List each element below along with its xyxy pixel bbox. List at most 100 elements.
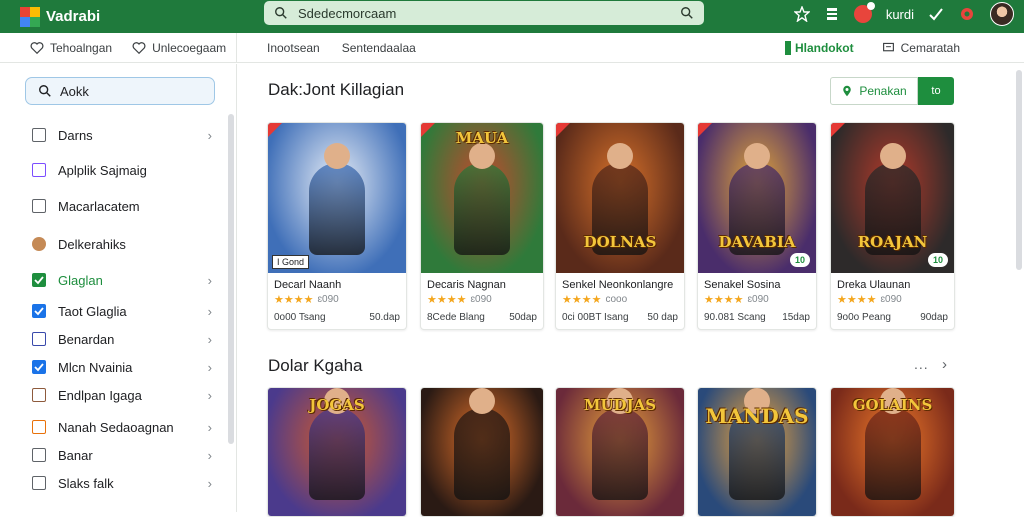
- sidebar-item-icon: [32, 476, 46, 490]
- review-count: ɛ090: [317, 294, 339, 305]
- top-search-bar[interactable]: [264, 1, 704, 25]
- game-card[interactable]: I Gond Decarl Naanh ★★★★ ɛ090 0o00 Tsang 50.d…: [267, 122, 407, 330]
- game-card[interactable]: ROAJAN 10 Dreka Ulaunan ★★★★ ɛ090 9o0o Peang 9…: [830, 122, 955, 330]
- chevron-right-icon: ›: [207, 359, 212, 375]
- subbar-link-1[interactable]: Tehoalngan: [30, 41, 112, 55]
- game-meta: 0o00 Tsang 50.dap: [268, 306, 406, 323]
- game-cover-image: I Gond: [268, 123, 406, 273]
- star-icon[interactable]: [793, 6, 810, 22]
- sidebar-item-7[interactable]: Mlcn Nvainia ›: [32, 357, 212, 377]
- game-card[interactable]: DAVABIA 10 Senakel Sosina ★★★★ ɛ090 90.081 Sc…: [697, 122, 817, 330]
- game-cover-image: DAVABIA 10: [698, 123, 816, 273]
- meta-left: 8Cede Blang: [427, 312, 485, 323]
- game-card[interactable]: [420, 387, 544, 517]
- sidebar-item-label: Taot Glaglia: [58, 303, 127, 319]
- main-content: Dak:Jont Killagian Penakan to I Gond Deca…: [238, 64, 1024, 517]
- subbar-link-2[interactable]: Unlecoegaam: [132, 41, 226, 55]
- settings-icon[interactable]: [958, 5, 976, 23]
- sidebar-item-2[interactable]: Macarlacatem: [32, 196, 212, 216]
- game-cover-image: MUDJAS: [556, 388, 684, 516]
- cover-title: DOLNAS: [583, 233, 657, 251]
- chevron-right-icon: ›: [207, 331, 212, 347]
- chevron-right-icon: ›: [207, 419, 212, 435]
- sidebar-item-8[interactable]: Endlpan Igaga ›: [32, 385, 212, 405]
- sidebar: Aokk Darns › Aplplik Sajmaig Macarlacatem De…: [0, 64, 237, 512]
- sidebar-item-label: Endlpan Igaga: [58, 387, 142, 403]
- user-avatar[interactable]: [990, 2, 1014, 26]
- meta-left: 9o0o Peang: [837, 312, 891, 323]
- sidebar-search-value: Aokk: [60, 83, 89, 99]
- sidebar-item-icon: [32, 199, 46, 213]
- sidebar-item-label: Darns: [58, 127, 93, 143]
- app-name: Vadrabi: [46, 8, 101, 25]
- game-card[interactable]: MUDJAS: [555, 387, 685, 517]
- sidebar-item-icon: [32, 388, 46, 402]
- sidebar-item-6[interactable]: Benardan ›: [32, 329, 212, 349]
- review-count: ɛ090: [747, 294, 769, 305]
- sidebar-item-icon: [32, 128, 46, 142]
- apps-icon[interactable]: [824, 6, 840, 22]
- cover-title: MUDJAS: [583, 396, 657, 414]
- subbar-tab-1[interactable]: Inootsean: [267, 41, 320, 55]
- top-bar: Vadrabi kurdi: [0, 0, 1024, 33]
- game-cover-image: JOGAS: [268, 388, 406, 516]
- subbar-link-3-label: Cemaratah: [900, 40, 960, 55]
- sidebar-item-9[interactable]: Nanah Sedaoagnan ›: [32, 417, 212, 437]
- top-actions: kurdi: [793, 0, 1014, 28]
- cover-title: JOGAS: [309, 396, 365, 414]
- sidebar-item-label: Glaglan: [58, 272, 103, 288]
- sidebar-scrollbar[interactable]: [228, 114, 234, 444]
- game-card[interactable]: MANDAS: [697, 387, 817, 517]
- sidebar-search-input[interactable]: Aokk: [25, 77, 215, 105]
- subbar-highlight-link[interactable]: Hlandokot: [784, 40, 854, 55]
- subbar-right: Hlandokot Cemaratah: [784, 40, 960, 55]
- new-ribbon: [698, 123, 712, 137]
- sidebar-item-4[interactable]: Glaglan ›: [32, 270, 212, 290]
- sidebar-item-label: Benardan: [58, 331, 115, 347]
- notification-icon[interactable]: [853, 2, 875, 23]
- sidebar-item-3[interactable]: Delkerahiks: [32, 234, 212, 254]
- sidebar-item-icon: [32, 448, 46, 462]
- filter-go-button[interactable]: to: [918, 77, 954, 105]
- meta-right: 50.dap: [369, 312, 400, 323]
- meta-left: 0o00 Tsang: [274, 312, 326, 323]
- game-card[interactable]: JOGAS: [267, 387, 407, 517]
- game-card[interactable]: MAUA Decaris Nagnan ★★★★ ɛ090 8Cede Blang 50d…: [420, 122, 544, 330]
- sidebar-item-icon: [32, 304, 46, 318]
- new-ribbon: [831, 123, 845, 137]
- section-title-2: Dolar Kgaha: [268, 356, 363, 375]
- sidebar-item-icon: [32, 360, 46, 374]
- game-cover-image: DOLNAS: [556, 123, 684, 273]
- game-card[interactable]: GOLAINS: [830, 387, 955, 517]
- review-count: ɛ090: [880, 294, 902, 305]
- more-options-icon[interactable]: ...: [914, 356, 929, 372]
- sidebar-item-10[interactable]: Banar ›: [32, 445, 212, 465]
- sidebar-item-11[interactable]: Slaks falk ›: [32, 473, 212, 493]
- star-rating-icon: ★★★★: [274, 294, 314, 306]
- sidebar-item-label: Slaks falk: [58, 475, 114, 491]
- subbar-left: Tehoalngan Unlecoegaam: [0, 33, 237, 62]
- chevron-right-icon[interactable]: ›: [942, 356, 947, 373]
- check-icon[interactable]: [928, 6, 944, 22]
- sidebar-item-1[interactable]: Aplplik Sajmaig: [32, 160, 212, 180]
- rating: ★★★★ ɛ090: [698, 291, 816, 306]
- heart-icon: [132, 41, 146, 54]
- sidebar-item-0[interactable]: Darns ›: [32, 125, 212, 145]
- page-scrollbar[interactable]: [1016, 70, 1022, 270]
- filter-button[interactable]: Penakan: [830, 77, 918, 105]
- sidebar-item-label: Banar: [58, 447, 93, 463]
- sidebar-item-5[interactable]: Taot Glaglia ›: [32, 301, 212, 321]
- rating: ★★★★ ɛ090: [268, 291, 406, 306]
- meta-left: 90.081 Scang: [704, 312, 766, 323]
- game-title: Decaris Nagnan: [427, 279, 506, 291]
- chevron-right-icon: ›: [207, 447, 212, 463]
- subbar-tab-2[interactable]: Sentendaalaa: [342, 41, 416, 55]
- top-label[interactable]: kurdi: [886, 7, 914, 22]
- game-card[interactable]: DOLNAS Senkel Neonkonlangre ★★★★ cooo 0ci 00…: [555, 122, 685, 330]
- cover-badge: 10: [927, 253, 948, 267]
- subbar-link-3[interactable]: Cemaratah: [882, 41, 960, 55]
- top-search-input[interactable]: [298, 5, 680, 21]
- review-count: ɛ090: [470, 294, 492, 305]
- app-logo[interactable]: Vadrabi: [20, 6, 260, 27]
- search-submit-icon[interactable]: [680, 6, 694, 20]
